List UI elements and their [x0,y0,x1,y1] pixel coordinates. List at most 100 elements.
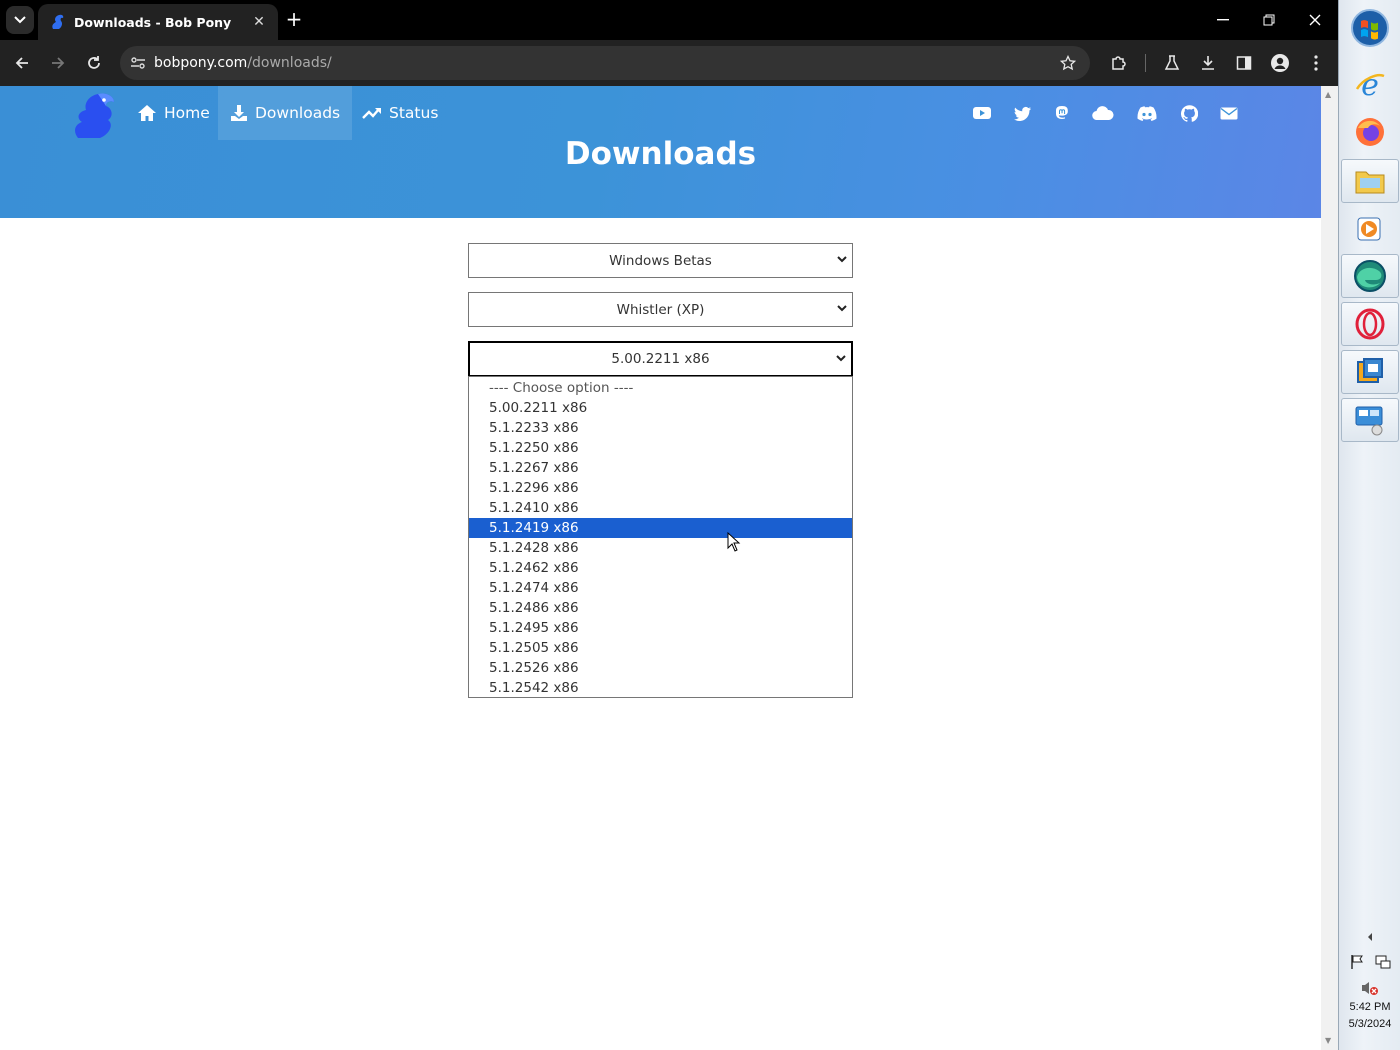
site-settings-icon[interactable] [130,56,146,70]
list-item[interactable]: 5.1.2296 x86 [469,478,852,498]
email-link[interactable] [1218,103,1240,123]
volume-muted-icon [1362,982,1378,995]
cloud-link[interactable] [1092,103,1114,123]
scroll-down-icon[interactable]: ▼ [1325,1036,1331,1045]
list-item[interactable]: 5.1.2474 x86 [469,578,852,598]
chevron-down-icon [14,16,26,24]
list-item-highlighted[interactable]: 5.1.2419 x86 [469,518,852,538]
new-tab-button[interactable]: + [282,8,306,32]
list-item[interactable]: 5.1.2462 x86 [469,558,852,578]
list-item[interactable]: 5.1.2505 x86 [469,638,852,658]
browser-menu-button[interactable] [1303,50,1329,76]
url-text: bobpony.com/downloads/ [154,55,332,71]
browser-tab[interactable]: Downloads - Bob Pony ✕ [38,4,278,40]
product-select-value: Whistler (XP) [616,301,705,318]
hero-banner: Home Downloads Status Downloads [0,86,1321,218]
youtube-icon [973,107,991,119]
list-item[interactable]: 5.1.2250 x86 [469,438,852,458]
profile-button[interactable] [1267,50,1293,76]
taskbar-internet-explorer[interactable]: e [1341,62,1399,106]
tray-expand-button[interactable] [1339,932,1400,942]
product-select[interactable]: Whistler (XP) [468,292,853,327]
restore-button[interactable] [1254,8,1284,32]
reload-button[interactable] [81,50,107,76]
download-icon [1202,56,1214,70]
back-button[interactable] [9,50,35,76]
taskbar-virtual-machine[interactable] [1341,350,1399,394]
puzzle-icon [1112,56,1126,70]
close-icon [1309,14,1321,26]
chevron-down-icon [836,355,846,362]
taskbar-remote-desktop[interactable] [1341,398,1399,442]
scroll-up-icon[interactable]: ▲ [1325,90,1331,99]
list-item[interactable]: 5.1.2526 x86 [469,658,852,678]
site-navbar: Home Downloads Status [0,86,1321,140]
build-select-value: 5.00.2211 x86 [611,351,710,367]
bookmark-star-button[interactable] [1055,50,1081,76]
bobpony-logo-icon[interactable] [70,90,122,140]
category-select-value: Windows Betas [609,252,712,269]
clock-date[interactable]: 5/3/2024 [1339,1018,1400,1030]
taskbar-opera[interactable] [1341,302,1399,346]
minimize-button[interactable] [1208,8,1238,32]
list-item[interactable]: 5.1.2410 x86 [469,498,852,518]
mastodon-icon [1056,106,1068,119]
list-item[interactable]: 5.1.2428 x86 [469,538,852,558]
nav-home-link[interactable]: Home [125,86,222,140]
edge-icon [1354,260,1386,292]
action-center-flag-icon[interactable] [1349,954,1365,970]
chevron-left-icon [1368,933,1372,941]
category-select[interactable]: Windows Betas [468,243,853,278]
nav-home-label: Home [164,104,210,122]
taskbar-media-player[interactable] [1341,207,1399,251]
list-item[interactable]: 5.1.2486 x86 [469,598,852,618]
network-icon[interactable] [1375,954,1391,970]
cloud-icon [1092,106,1114,120]
page-viewport: Home Downloads Status Downloads Windows … [0,86,1321,1050]
list-item[interactable]: 5.1.2267 x86 [469,458,852,478]
list-item[interactable]: 5.1.2495 x86 [469,618,852,638]
firefox-icon [1356,118,1384,146]
discord-icon [1137,105,1157,121]
extensions-button[interactable] [1106,50,1132,76]
youtube-link[interactable] [971,103,993,123]
nav-downloads-link[interactable]: Downloads [218,86,353,140]
remote-desktop-icon [1355,406,1383,436]
taskbar-file-explorer[interactable] [1341,159,1399,203]
github-link[interactable] [1178,103,1200,123]
tab-search-button[interactable] [6,6,34,34]
bobpony-favicon-icon [52,14,64,29]
mouse-cursor-icon [727,532,741,552]
build-select[interactable]: 5.00.2211 x86 [468,341,853,376]
nav-status-link[interactable]: Status [350,86,450,140]
taskbar-firefox[interactable] [1341,110,1399,154]
page-scrollbar[interactable]: ▲ ▼ [1321,86,1338,1050]
list-item[interactable]: 5.1.2542 x86 [469,678,852,698]
side-panel-button[interactable] [1231,50,1257,76]
list-item[interactable]: 5.00.2211 x86 [469,398,852,418]
close-window-button[interactable] [1300,8,1330,32]
opera-icon [1355,308,1385,340]
address-bar[interactable]: bobpony.com/downloads/ [120,46,1090,80]
url-path: /downloads/ [247,55,332,71]
downloads-button[interactable] [1195,50,1221,76]
taskbar-edge[interactable] [1341,254,1399,298]
nav-status-label: Status [389,104,439,122]
forward-button[interactable] [45,50,71,76]
clock-time[interactable]: 5:42 PM [1339,1001,1400,1013]
twitter-link[interactable] [1012,103,1034,123]
build-options-list: ---- Choose option ---- 5.00.2211 x86 5.… [468,376,853,698]
star-icon [1060,55,1076,71]
volume-button[interactable] [1339,980,1400,996]
list-item[interactable]: 5.1.2233 x86 [469,418,852,438]
chevron-down-icon [837,305,847,312]
discord-link[interactable] [1136,103,1158,123]
labs-button[interactable] [1159,50,1185,76]
mastodon-link[interactable] [1051,103,1073,123]
option-placeholder[interactable]: ---- Choose option ---- [469,378,852,398]
restore-icon [1263,14,1275,26]
tab-close-icon[interactable]: ✕ [250,14,268,30]
twitter-icon [1014,106,1031,121]
start-button[interactable] [1341,6,1399,50]
download-icon [231,105,247,121]
